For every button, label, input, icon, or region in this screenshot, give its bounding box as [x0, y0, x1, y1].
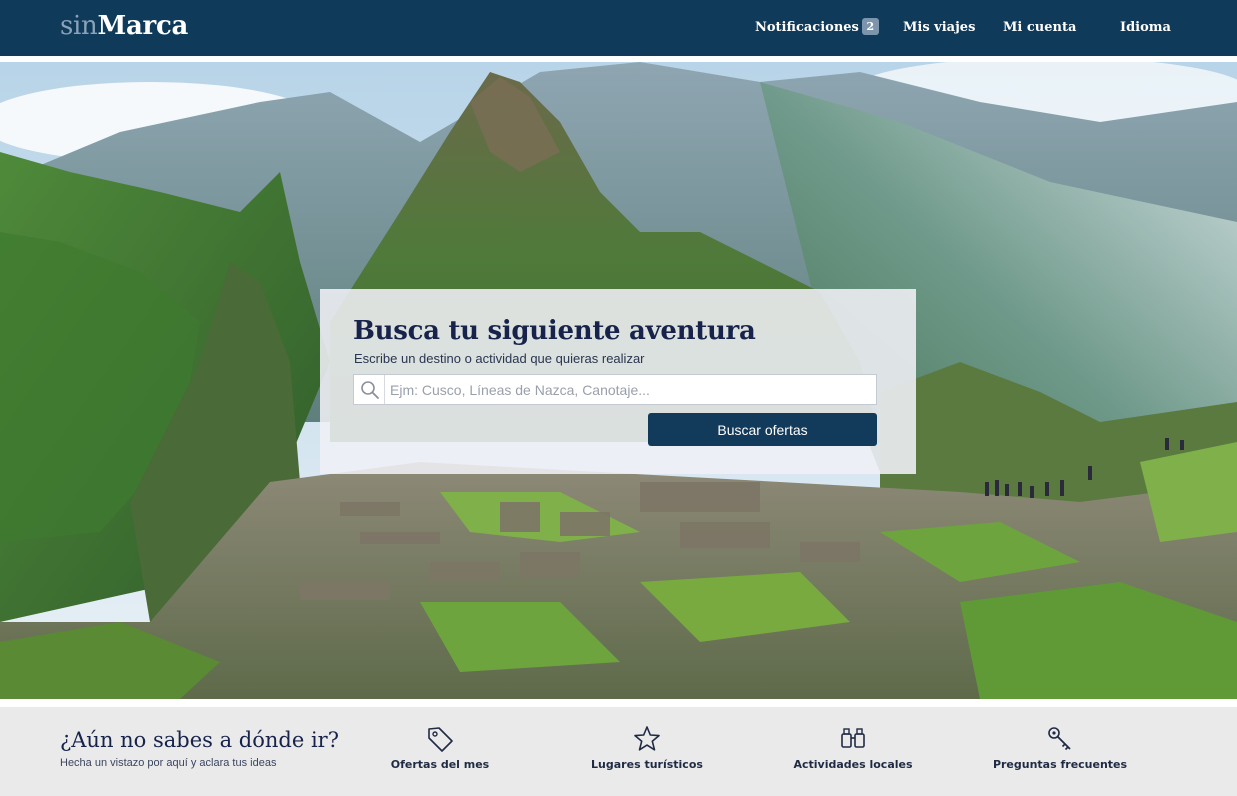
link-tourist-places-label: Lugares turísticos [591, 758, 703, 771]
nav-notifications-label: Notificaciones [755, 20, 859, 35]
link-faq-label: Preguntas frecuentes [992, 758, 1128, 771]
link-monthly-offers-label: Ofertas del mes [390, 758, 490, 771]
link-monthly-offers[interactable]: Ofertas del mes [355, 725, 525, 785]
search-offers-button[interactable]: Buscar ofertas [648, 413, 877, 446]
star-icon [634, 726, 660, 751]
search-input[interactable] [386, 375, 874, 404]
logo-bold-text: Marca [97, 11, 189, 41]
search-box [353, 374, 877, 405]
top-navbar: sinMarca Notificaciones 2 Mis viajes Mi c… [0, 0, 1237, 56]
tag-icon [428, 727, 453, 752]
nav-notifications[interactable]: Notificaciones 2 [755, 18, 879, 38]
nav-my-trips[interactable]: Mis viajes [903, 18, 975, 38]
logo-light-text: sin [60, 11, 98, 41]
search-subtitle: Escribe un destino o actividad que quier… [354, 351, 645, 366]
binoculars-icon [841, 728, 865, 748]
discover-strip: ¿Aún no sabes a dónde ir? Hecha un vista… [0, 707, 1237, 796]
nav-my-account[interactable]: Mi cuenta [1003, 18, 1076, 38]
link-faq[interactable]: Preguntas frecuentes [975, 725, 1145, 785]
search-icon [354, 375, 385, 404]
link-local-activities-label: Actividades locales [793, 758, 913, 771]
notifications-count-badge: 2 [861, 18, 879, 35]
search-panel: Busca tu siguiente aventura Escribe un d… [320, 289, 916, 474]
brand-logo[interactable]: sinMarca [60, 10, 188, 42]
link-tourist-places[interactable]: Lugares turísticos [562, 725, 732, 785]
link-local-activities[interactable]: Actividades locales [768, 725, 938, 785]
discover-subtitle: Hecha un vistazo por aquí y aclara tus i… [60, 757, 277, 769]
search-title: Busca tu siguiente aventura [353, 316, 756, 346]
nav-language[interactable]: Idioma [1120, 18, 1171, 38]
key-icon [1048, 727, 1071, 751]
discover-title: ¿Aún no sabes a dónde ir? [60, 728, 339, 752]
